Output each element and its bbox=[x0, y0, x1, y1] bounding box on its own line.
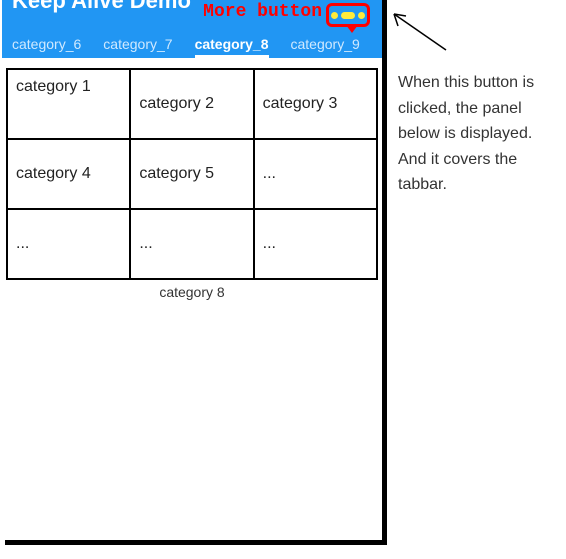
dot-icon bbox=[341, 12, 355, 19]
tab-category-8[interactable]: category_8 bbox=[195, 36, 269, 58]
grid-row: category 1 category 2 category 3 bbox=[7, 69, 377, 139]
grid-cell[interactable]: category 4 bbox=[7, 139, 130, 209]
tab-category-9[interactable]: category_9 bbox=[291, 36, 360, 58]
grid-row: ... ... ... bbox=[7, 209, 377, 279]
grid-cell[interactable]: ... bbox=[130, 209, 253, 279]
grid-cell[interactable]: category 3 bbox=[254, 69, 377, 139]
diagram-canvas: Keep Alive Demo More button category_6 c… bbox=[0, 0, 566, 559]
more-button-label: More button bbox=[203, 2, 322, 22]
more-button[interactable] bbox=[326, 3, 370, 27]
annotation-text: When this button is clicked, the panel b… bbox=[398, 70, 558, 198]
phone-frame: Keep Alive Demo More button category_6 c… bbox=[2, 0, 382, 540]
dot-icon bbox=[331, 12, 338, 19]
frame-shadow bbox=[5, 540, 387, 545]
tab-category-6[interactable]: category_6 bbox=[12, 36, 81, 58]
grid-cell[interactable]: category 5 bbox=[130, 139, 253, 209]
tab-bar: category_6 category_7 category_8 categor… bbox=[2, 30, 382, 58]
current-category-label: category 8 bbox=[2, 280, 382, 300]
grid-cell[interactable]: category 1 bbox=[7, 69, 130, 139]
dot-icon bbox=[358, 12, 365, 19]
app-title: Keep Alive Demo bbox=[12, 0, 191, 14]
grid-cell[interactable]: ... bbox=[7, 209, 130, 279]
category-grid-panel: category 1 category 2 category 3 categor… bbox=[6, 68, 378, 280]
frame-shadow bbox=[382, 0, 387, 545]
arrow-icon bbox=[386, 6, 456, 56]
grid-cell[interactable]: ... bbox=[254, 139, 377, 209]
tab-category-7[interactable]: category_7 bbox=[103, 36, 172, 58]
app-header: Keep Alive Demo More button category_6 c… bbox=[2, 0, 382, 58]
grid-cell[interactable]: ... bbox=[254, 209, 377, 279]
grid-row: category 4 category 5 ... bbox=[7, 139, 377, 209]
grid-cell[interactable]: category 2 bbox=[130, 69, 253, 139]
